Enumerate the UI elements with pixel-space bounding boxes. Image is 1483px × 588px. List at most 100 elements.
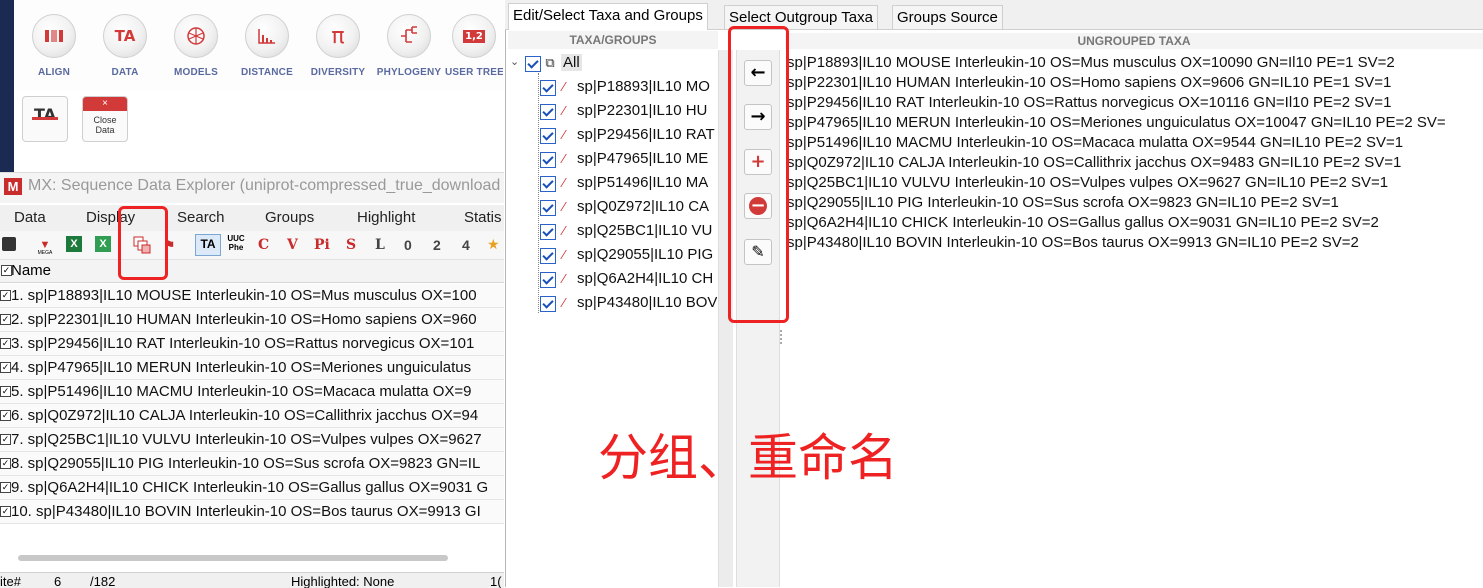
menu-groups[interactable]: Groups: [265, 209, 314, 226]
ta-button[interactable]: TA: [22, 96, 68, 142]
sequence-row[interactable]: ✓ 2. sp|P22301|IL10 HUMAN Interleukin-10 …: [0, 308, 504, 332]
tree-item[interactable]: ∕ sp|P47965|IL10 ME: [539, 149, 717, 171]
ungrouped-item[interactable]: sp|Q25BC1|IL10 VULVU Interleukin-10 OS=V…: [787, 174, 1388, 191]
tree-checkbox[interactable]: [540, 224, 556, 240]
tree-item[interactable]: ∕ sp|P29456|IL10 RAT: [539, 125, 717, 147]
tab-groups-source[interactable]: Groups Source: [892, 5, 1003, 29]
tree-item[interactable]: ∕ sp|P51496|IL10 MA: [539, 173, 717, 195]
tree-item-label: sp|P29456|IL10 RAT: [577, 126, 715, 143]
star-icon[interactable]: ★: [487, 236, 500, 254]
tree-item[interactable]: ∕ sp|Q25BC1|IL10 VU: [539, 221, 717, 243]
ungrouped-item[interactable]: sp|Q0Z972|IL10 CALJA Interleukin-10 OS=C…: [787, 154, 1401, 171]
zero-fold-icon[interactable]: 0: [404, 236, 412, 254]
row-checkbox[interactable]: ✓: [0, 410, 11, 421]
ribbon-user-tree-button[interactable]: 1,2 USER TREE: [445, 14, 503, 90]
ribbon-align-button[interactable]: ALIGN: [19, 14, 89, 90]
ribbon-label: DATA: [111, 67, 139, 78]
conserved-sites-icon[interactable]: C: [258, 236, 269, 254]
ribbon-models-button[interactable]: MODELS: [161, 14, 231, 90]
variable-sites-icon[interactable]: V: [287, 236, 298, 254]
translate-icon[interactable]: UUC Phe: [226, 234, 246, 254]
sequence-row[interactable]: ✓ 3. sp|P29456|IL10 RAT Interleukin-10 OS…: [0, 332, 504, 356]
ribbon-distance-button[interactable]: DISTANCE: [232, 14, 302, 90]
row-checkbox[interactable]: ✓: [0, 290, 11, 301]
close-data-button[interactable]: × Close Data: [82, 96, 128, 142]
tree-checkbox[interactable]: [540, 104, 556, 120]
tree-item-label: sp|Q0Z972|IL10 CA: [577, 198, 710, 215]
ungrouped-item[interactable]: sp|P29456|IL10 RAT Interleukin-10 OS=Rat…: [787, 94, 1391, 111]
ta-toggle-icon[interactable]: TA: [195, 234, 221, 256]
row-checkbox[interactable]: ✓: [0, 434, 11, 445]
tree-item-label: sp|P43480|IL10 BOV: [577, 294, 717, 311]
ungrouped-item[interactable]: sp|Q29055|IL10 PIG Interleukin-10 OS=Sus…: [787, 194, 1339, 211]
tree-checkbox[interactable]: [540, 296, 556, 312]
sequence-row[interactable]: ✓ 4. sp|P47965|IL10 MERUN Interleukin-10 …: [0, 356, 504, 380]
sequence-row[interactable]: ✓ 1. sp|P18893|IL10 MOUSE Interleukin-10 …: [0, 284, 504, 308]
export-excel-icon[interactable]: X: [66, 236, 82, 252]
annotation-highlight-box: [118, 206, 168, 280]
ungrouped-item[interactable]: sp|P51496|IL10 MACMU Interleukin-10 OS=M…: [787, 134, 1403, 151]
ungrouped-item[interactable]: sp|Q6A2H4|IL10 CHICK Interleukin-10 OS=G…: [787, 214, 1379, 231]
tree-checkbox[interactable]: [540, 176, 556, 192]
ungrouped-item[interactable]: sp|P18893|IL10 MOUSE Interleukin-10 OS=M…: [787, 54, 1395, 71]
tree-item[interactable]: ∕ sp|Q6A2H4|IL10 CH: [539, 269, 717, 291]
phylogeny-icon: [387, 14, 431, 58]
tab-edit-select-taxa[interactable]: Edit/Select Taxa and Groups: [508, 3, 708, 30]
ribbon-diversity-button[interactable]: π DIVERSITY: [303, 14, 373, 90]
tree-checkbox[interactable]: [540, 152, 556, 168]
tree-item[interactable]: ∕ sp|P22301|IL10 HU: [539, 101, 717, 123]
ungrouped-taxa-list: [785, 52, 1483, 587]
row-checkbox[interactable]: ✓: [0, 338, 11, 349]
menu-search[interactable]: Search: [177, 209, 225, 226]
ungrouped-item[interactable]: sp|P22301|IL10 HUMAN Interleukin-10 OS=H…: [787, 74, 1391, 91]
list-header: ✓ Name: [0, 260, 504, 283]
ungrouped-taxa-header: UNGROUPED TAXA: [785, 33, 1483, 49]
save-icon[interactable]: [2, 237, 16, 251]
row-checkbox[interactable]: ✓: [0, 314, 11, 325]
tree-item[interactable]: ∕ sp|Q29055|IL10 PIG: [539, 245, 717, 267]
export-mega-icon[interactable]: ▼ MEGA: [36, 235, 54, 256]
name-column-header[interactable]: Name: [11, 262, 51, 279]
user-tree-icon: 1,2: [452, 14, 496, 58]
sequence-row[interactable]: ✓ 6. sp|Q0Z972|IL10 CALJA Interleukin-10 …: [0, 404, 504, 428]
row-checkbox[interactable]: ✓: [0, 506, 11, 517]
ribbon-label: PHYLOGENY: [376, 67, 442, 78]
sequence-row[interactable]: ✓ 5. sp|P51496|IL10 MACMU Interleukin-10 …: [0, 380, 504, 404]
tree-checkbox[interactable]: [540, 128, 556, 144]
horizontal-scrollbar[interactable]: [18, 555, 448, 561]
sequence-row[interactable]: ✓ 9. sp|Q6A2H4|IL10 CHICK Interleukin-10 …: [0, 476, 504, 500]
export-csv-icon[interactable]: X: [95, 236, 111, 252]
tree-item[interactable]: ∕ sp|P43480|IL10 BOV: [539, 293, 717, 315]
tree-checkbox[interactable]: [540, 248, 556, 264]
ribbon-phylogeny-button[interactable]: PHYLOGENY: [374, 14, 444, 90]
tree-root-all[interactable]: ⌄ ⧉ All: [510, 53, 715, 75]
site-number-field[interactable]: 6: [54, 574, 61, 588]
sequence-row[interactable]: ✓ 8. sp|Q29055|IL10 PIG Interleukin-10 OS…: [0, 452, 504, 476]
collapse-icon[interactable]: ⌄: [510, 55, 519, 68]
row-checkbox[interactable]: ✓: [0, 458, 11, 469]
ungrouped-item[interactable]: sp|P43480|IL10 BOVIN Interleukin-10 OS=B…: [787, 234, 1359, 251]
row-checkbox[interactable]: ✓: [0, 362, 11, 373]
ungrouped-item[interactable]: sp|P47965|IL10 MERUN Interleukin-10 OS=M…: [787, 114, 1483, 131]
sequence-row[interactable]: ✓ 10. sp|P43480|IL10 BOVIN Interleukin-10…: [0, 500, 504, 524]
parsim-info-sites-icon[interactable]: Pi: [314, 236, 330, 254]
ribbon-data-button[interactable]: TA DATA: [90, 14, 160, 90]
label-sites-icon[interactable]: L: [375, 236, 385, 254]
tree-checkbox[interactable]: [540, 80, 556, 96]
tree-item[interactable]: ∕ sp|Q0Z972|IL10 CA: [539, 197, 717, 219]
tree-checkbox[interactable]: [525, 56, 541, 72]
sequence-row[interactable]: ✓ 7. sp|Q25BC1|IL10 VULVU Interleukin-10 …: [0, 428, 504, 452]
menu-statistics[interactable]: Statis: [464, 209, 502, 226]
singleton-sites-icon[interactable]: S: [346, 236, 356, 254]
menu-data[interactable]: Data: [14, 209, 46, 226]
sequence-name: 6. sp|Q0Z972|IL10 CALJA Interleukin-10 O…: [11, 407, 479, 424]
window-title: MX: Sequence Data Explorer (uniprot-comp…: [28, 177, 501, 194]
row-checkbox[interactable]: ✓: [0, 482, 11, 493]
tree-checkbox[interactable]: [540, 272, 556, 288]
menu-highlight[interactable]: Highlight: [357, 209, 415, 226]
two-fold-icon[interactable]: 2: [433, 236, 441, 254]
tree-checkbox[interactable]: [540, 200, 556, 216]
tree-item[interactable]: ∕ sp|P18893|IL10 MO: [539, 77, 717, 99]
four-fold-icon[interactable]: 4: [462, 236, 470, 254]
row-checkbox[interactable]: ✓: [0, 386, 11, 397]
